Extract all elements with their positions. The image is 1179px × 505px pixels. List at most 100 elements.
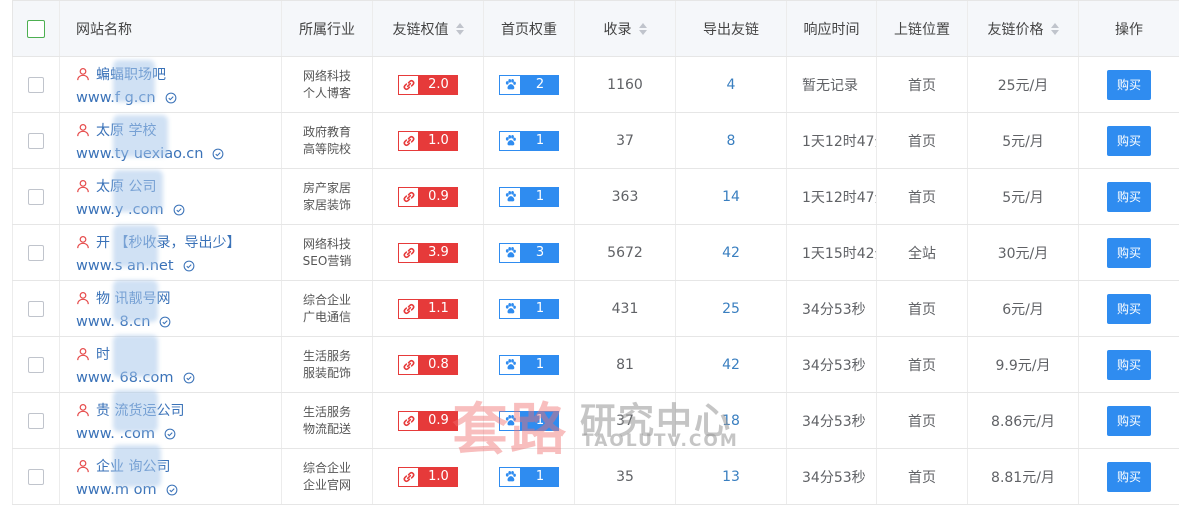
home-weight-cell: 1 bbox=[484, 281, 575, 336]
table-row: 时 www. 68.com 生活服务 服装配饰 0.8 1 81 42 34分53秒 首页 9.9… bbox=[12, 337, 1179, 393]
baidu-paw-icon bbox=[505, 359, 516, 370]
row-checkbox[interactable] bbox=[28, 356, 44, 373]
index-count: 37 bbox=[575, 113, 676, 168]
header-price[interactable]: 友链价格 bbox=[968, 1, 1079, 56]
table-row: 蝙蝠职场吧www.f g.cn网络科技个人博客2.0211604暂无记录首页25… bbox=[12, 57, 1179, 113]
link-weight-badge: 2.0 bbox=[398, 74, 458, 95]
header-outbound-links: 导出友链 bbox=[676, 1, 787, 56]
table-row: 太原 学校www.ty uexiao.cn政府教育高等院校1.013781天12… bbox=[12, 113, 1179, 169]
index-count: 363 bbox=[575, 169, 676, 224]
row-checkbox[interactable] bbox=[28, 300, 44, 317]
index-count: 431 bbox=[575, 281, 676, 336]
link-price: 5元/月 bbox=[968, 113, 1079, 168]
link-weight-cell: 0.9 bbox=[373, 169, 484, 224]
privacy-blur bbox=[113, 335, 158, 377]
buy-button[interactable]: 购买 bbox=[1107, 69, 1151, 100]
baidu-weight-badge: 1 bbox=[499, 466, 559, 487]
privacy-blur bbox=[113, 60, 155, 102]
row-checkbox[interactable] bbox=[28, 188, 44, 205]
link-weight-value: 1.0 bbox=[419, 130, 458, 151]
site-cell: 贵 流货运公司www. .com bbox=[60, 393, 282, 448]
site-cell: 蝙蝠职场吧www.f g.cn bbox=[60, 57, 282, 112]
header-industry: 所属行业 bbox=[282, 1, 373, 56]
row-checkbox[interactable] bbox=[28, 468, 44, 485]
verified-check-icon bbox=[213, 148, 224, 159]
header-price-label: 友链价格 bbox=[987, 21, 1044, 38]
outbound-links-count[interactable]: 8 bbox=[676, 113, 787, 168]
link-price: 5元/月 bbox=[968, 169, 1079, 224]
industry-cell: 房产家居 家居装饰 bbox=[282, 169, 373, 224]
outbound-links-count[interactable]: 13 bbox=[676, 449, 787, 504]
industry-cell: 综合企业 企业官网 bbox=[282, 449, 373, 504]
header-link-weight[interactable]: 友链权值 bbox=[373, 1, 484, 56]
header-home-weight: 首页权重 bbox=[484, 1, 575, 56]
industry-primary: 生活服务 bbox=[302, 404, 351, 419]
verified-check-icon bbox=[166, 484, 177, 495]
industry-secondary: SEO营销 bbox=[302, 253, 352, 268]
header-action: 操作 bbox=[1115, 21, 1143, 38]
response-time: 34分53秒 bbox=[787, 337, 877, 392]
link-weight-value: 1.1 bbox=[419, 298, 458, 319]
site-cell: 太原 公司www.y .com bbox=[60, 169, 282, 224]
buy-button[interactable]: 购买 bbox=[1107, 293, 1151, 324]
baidu-paw-icon bbox=[505, 135, 516, 146]
row-checkbox[interactable] bbox=[28, 76, 44, 93]
sort-icon[interactable] bbox=[638, 22, 647, 35]
verified-check-icon bbox=[160, 316, 171, 327]
action-cell: 购买 bbox=[1079, 337, 1179, 392]
home-weight-value: 1 bbox=[521, 466, 559, 487]
sort-icon[interactable] bbox=[455, 22, 464, 35]
row-select-cell bbox=[12, 169, 60, 224]
outbound-links-count[interactable]: 4 bbox=[676, 57, 787, 112]
row-checkbox[interactable] bbox=[28, 412, 44, 429]
table-row: 太原 公司www.y .com房产家居家居装饰0.91363141天12时47分… bbox=[12, 169, 1179, 225]
select-all-checkbox[interactable] bbox=[27, 19, 45, 38]
row-select-cell bbox=[12, 449, 60, 504]
industry-cell: 网络科技 SEO营销 bbox=[282, 225, 373, 280]
home-weight-value: 2 bbox=[521, 74, 559, 95]
index-count: 5672 bbox=[575, 225, 676, 280]
outbound-links-count[interactable]: 25 bbox=[676, 281, 787, 336]
buy-button[interactable]: 购买 bbox=[1107, 237, 1151, 268]
buy-button[interactable]: 购买 bbox=[1107, 181, 1151, 212]
industry-cell: 综合企业 广电通信 bbox=[282, 281, 373, 336]
outbound-links-count[interactable]: 14 bbox=[676, 169, 787, 224]
industry-cell: 生活服务 服装配饰 bbox=[282, 337, 373, 392]
privacy-blur bbox=[113, 390, 158, 432]
row-checkbox[interactable] bbox=[28, 132, 44, 149]
outbound-links-count[interactable]: 42 bbox=[676, 337, 787, 392]
baidu-weight-badge: 1 bbox=[499, 354, 559, 375]
response-time: 34分53秒 bbox=[787, 393, 877, 448]
buy-button[interactable]: 购买 bbox=[1107, 125, 1151, 156]
link-icon bbox=[403, 79, 414, 90]
baidu-weight-badge: 1 bbox=[499, 186, 559, 207]
home-weight-value: 1 bbox=[521, 130, 559, 151]
outbound-links-count[interactable]: 42 bbox=[676, 225, 787, 280]
row-select-cell bbox=[12, 57, 60, 112]
user-icon bbox=[77, 403, 89, 416]
watermark-domain: TAOLUTV.COM bbox=[582, 431, 739, 451]
buy-button[interactable]: 购买 bbox=[1107, 349, 1151, 380]
site-url-link[interactable]: www.s an.net bbox=[76, 258, 240, 274]
link-weight-badge: 1.1 bbox=[398, 298, 458, 319]
site-cell: 企业 询公司www.m om bbox=[60, 449, 282, 504]
link-weight-cell: 2.0 bbox=[373, 57, 484, 112]
link-icon bbox=[403, 303, 414, 314]
industry-secondary: 物流配送 bbox=[302, 421, 351, 436]
baidu-weight-badge: 2 bbox=[499, 74, 559, 95]
user-icon bbox=[77, 291, 89, 304]
user-icon bbox=[77, 347, 89, 360]
row-checkbox[interactable] bbox=[28, 244, 44, 261]
buy-button[interactable]: 购买 bbox=[1107, 461, 1151, 492]
link-weight-badge: 1.0 bbox=[398, 130, 458, 151]
industry-cell: 网络科技 个人博客 bbox=[282, 57, 373, 112]
site-name-link[interactable]: 开 【秒收录，导出少】 bbox=[76, 232, 240, 252]
baidu-paw-icon bbox=[505, 79, 516, 90]
industry-primary: 综合企业 bbox=[302, 292, 351, 307]
table-row: 企业 询公司www.m om综合企业企业官网1.01351334分53秒首页8.… bbox=[12, 449, 1179, 505]
baidu-paw-icon bbox=[505, 247, 516, 258]
header-index-count[interactable]: 收录 bbox=[575, 1, 676, 56]
sort-icon[interactable] bbox=[1050, 22, 1059, 35]
table-row: 物 讯靓号网www. 8.cn综合企业广电通信1.114312534分53秒首页… bbox=[12, 281, 1179, 337]
buy-button[interactable]: 购买 bbox=[1107, 405, 1151, 436]
